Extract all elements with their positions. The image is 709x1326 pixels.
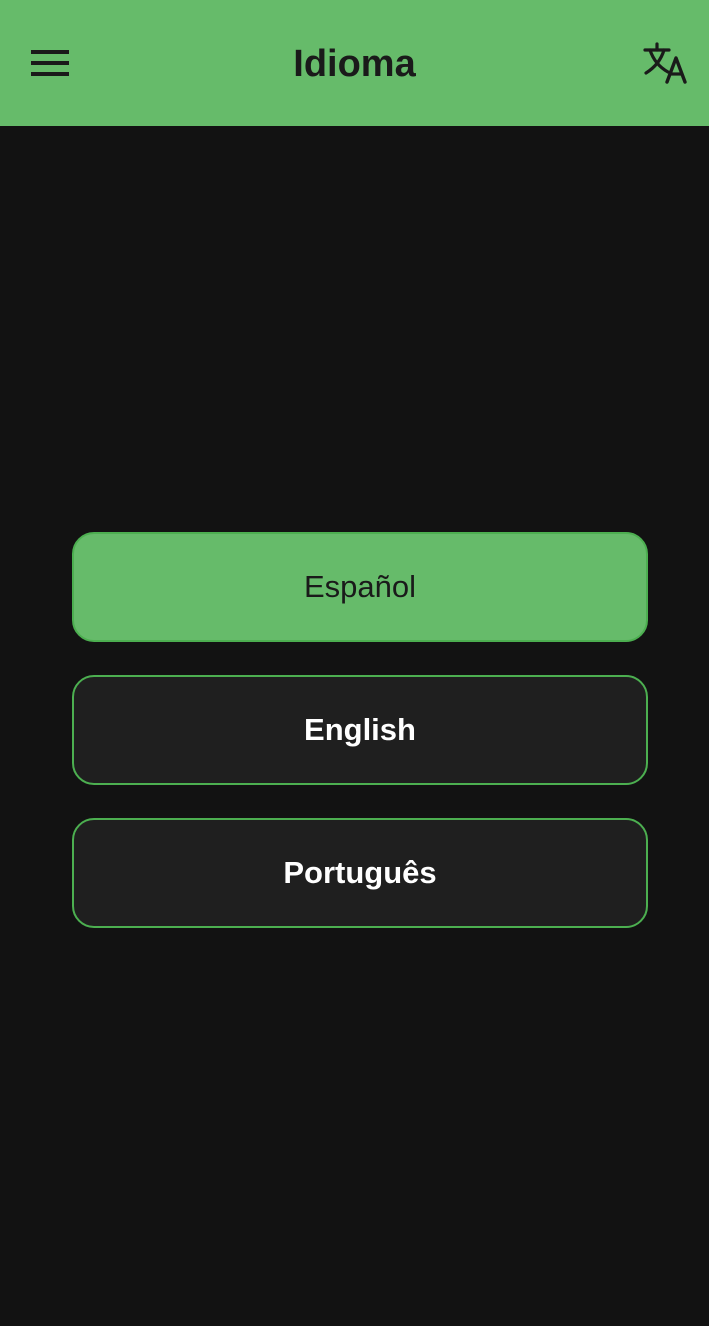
- language-options: Español English Português: [72, 532, 648, 961]
- page-title: Idioma: [293, 43, 416, 85]
- language-screen: Idioma Español English Português: [0, 0, 709, 1326]
- language-option-label: English: [304, 712, 416, 747]
- language-option-label: Español: [303, 569, 417, 604]
- language-option-espanol[interactable]: Español: [72, 532, 648, 642]
- menu-button[interactable]: [22, 38, 78, 88]
- translate-icon: [643, 42, 687, 84]
- language-option-english[interactable]: English: [72, 675, 648, 785]
- app-bar: Idioma: [0, 0, 709, 126]
- language-option-label: Português: [283, 855, 437, 890]
- language-option-portugues[interactable]: Português: [72, 818, 648, 928]
- translate-button[interactable]: [636, 36, 694, 90]
- hamburger-menu-icon: [31, 50, 69, 76]
